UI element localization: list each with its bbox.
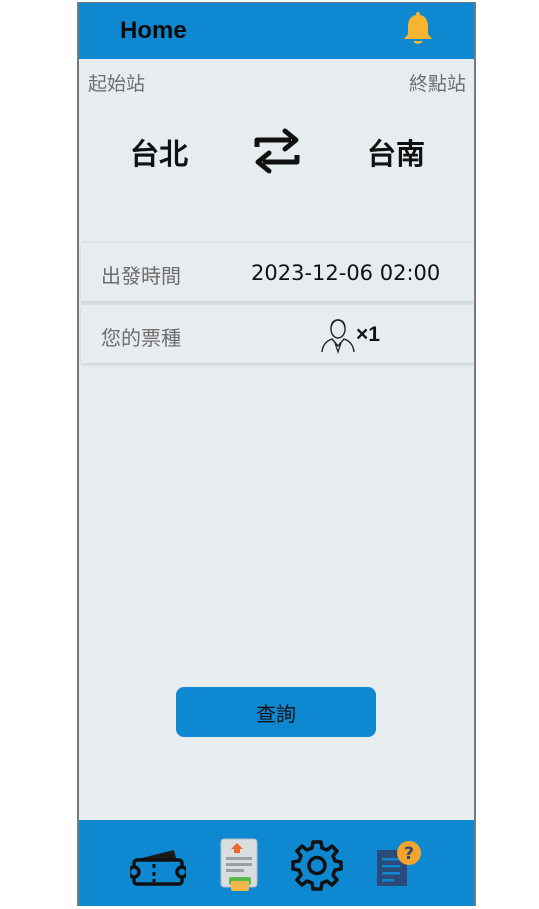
departure-time-row[interactable]: 出發時間 2023-12-06 02:00 — [81, 243, 474, 301]
to-station[interactable]: 台南 — [367, 131, 425, 173]
person-icon — [319, 316, 357, 354]
tab-settings[interactable] — [282, 820, 352, 906]
phone-frame: Home 起始站 終點站 台北 台南 出發時間 2023-12-06 02:00… — [77, 2, 476, 906]
tab-help[interactable]: ? — [367, 820, 437, 906]
ticket-icon — [130, 850, 186, 886]
ticket-type-label: 您的票種 — [101, 326, 181, 350]
tab-tickets[interactable] — [124, 820, 194, 906]
search-button[interactable]: 查詢 — [176, 687, 376, 737]
from-station[interactable]: 台北 — [130, 131, 188, 173]
swap-arrows-icon[interactable] — [251, 127, 303, 175]
bell-icon[interactable] — [401, 9, 435, 49]
page-title: Home — [120, 17, 187, 44]
app-bar: Home — [79, 3, 474, 59]
from-station-label: 起始站 — [88, 73, 146, 95]
receipt-icon — [220, 838, 258, 891]
departure-time-value: 2023-12-06 02:00 — [251, 261, 441, 285]
ticket-count: ×1 — [356, 323, 380, 346]
departure-time-label: 出發時間 — [101, 264, 181, 288]
ticket-type-row[interactable]: 您的票種 ×1 — [81, 305, 474, 363]
svg-text:?: ? — [404, 844, 414, 864]
help-document-icon: ? — [377, 841, 421, 886]
to-station-label: 終點站 — [408, 73, 466, 95]
gear-icon — [291, 840, 343, 891]
bottom-tab-bar: ? — [79, 820, 474, 906]
tab-orders[interactable] — [209, 820, 279, 906]
